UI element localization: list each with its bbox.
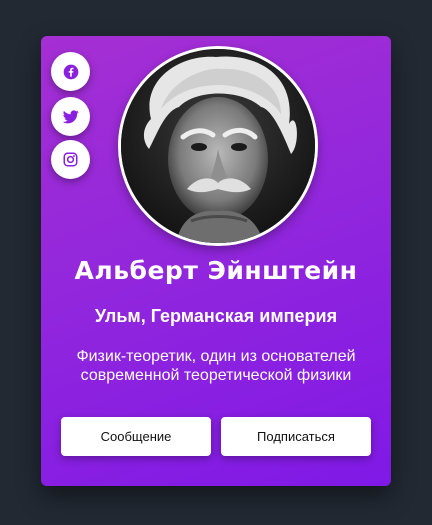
bio-line: современной теоретической физики <box>80 367 352 384</box>
facebook-button[interactable] <box>51 52 90 91</box>
follow-button[interactable]: Подписаться <box>221 417 371 456</box>
message-button[interactable]: Сообщение <box>61 417 211 456</box>
portrait-photo <box>121 49 315 243</box>
twitter-button[interactable] <box>51 97 90 136</box>
profile-bio: Физик-теоретик, один из основателей совр… <box>61 347 371 385</box>
instagram-button[interactable] <box>51 140 90 179</box>
instagram-icon <box>63 152 78 167</box>
avatar <box>118 46 318 246</box>
twitter-icon <box>62 109 79 123</box>
profile-location: Ульм, Германская империя <box>94 306 338 326</box>
facebook-icon <box>63 64 78 79</box>
profile-card: Альберт Эйнштейн Ульм, Германская импери… <box>41 36 391 486</box>
bio-line: Физик-теоретик, один из основателей <box>76 348 356 365</box>
profile-name: Альберт Эйнштейн <box>74 256 358 285</box>
